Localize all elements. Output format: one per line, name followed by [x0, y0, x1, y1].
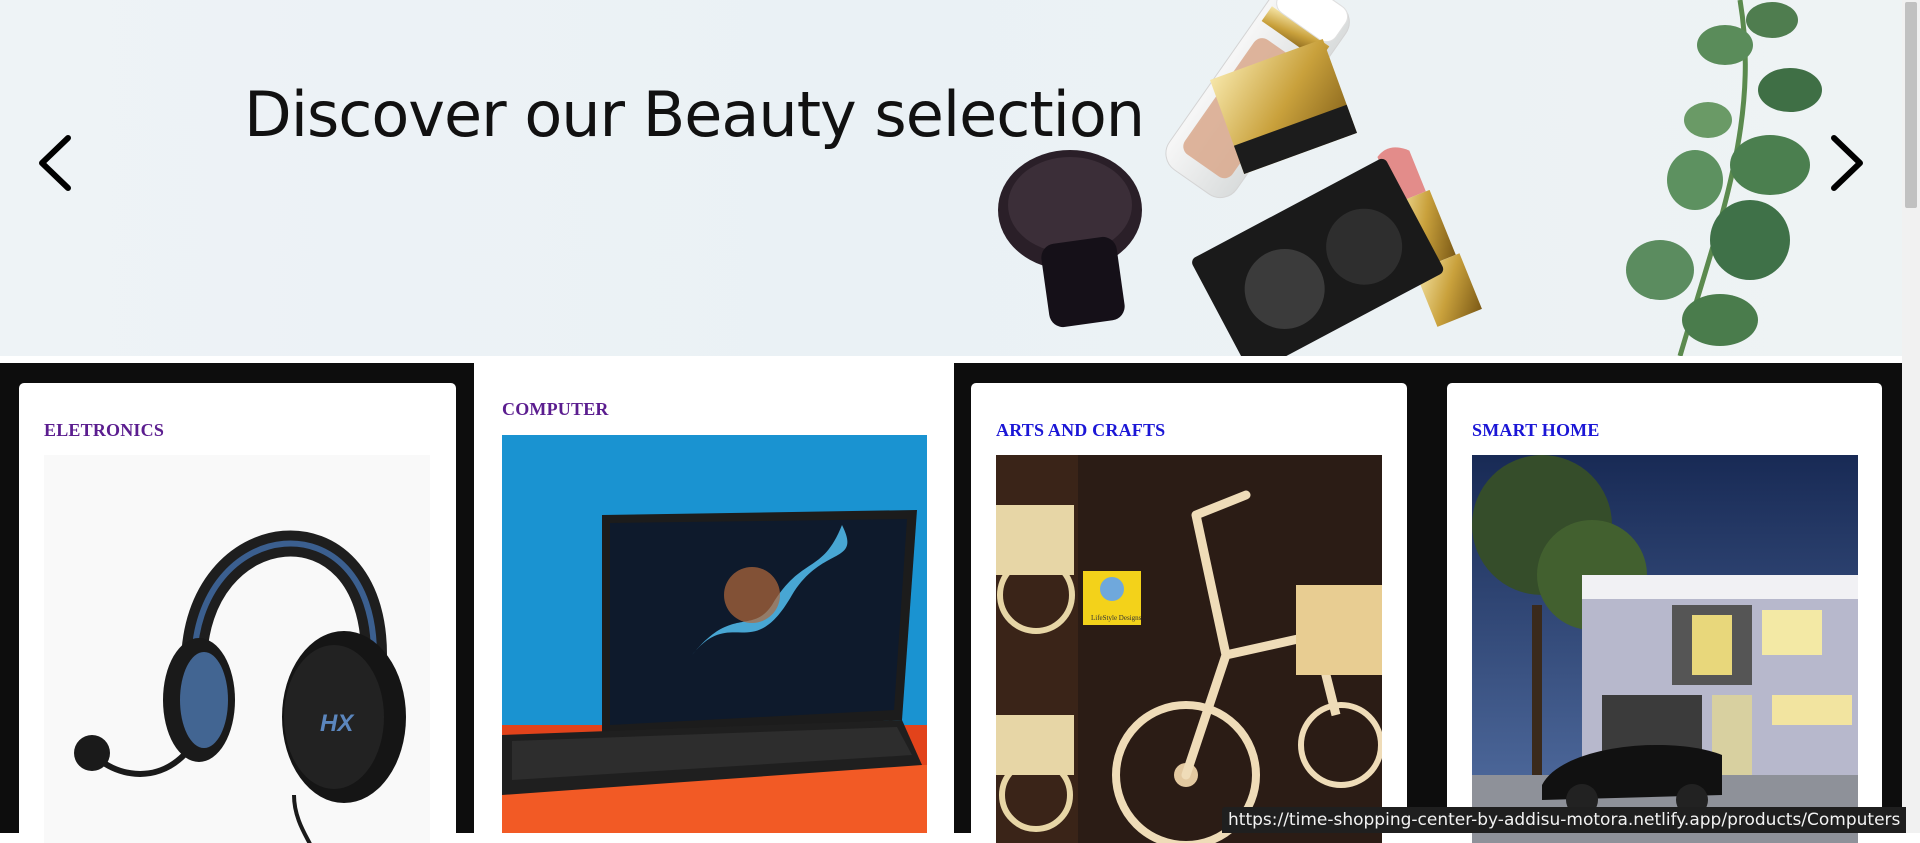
chevron-left-icon — [39, 135, 71, 191]
beauty-products-image — [998, 0, 1822, 356]
hero-title: Discover our Beauty selection — [244, 78, 1145, 151]
page-scrollbar[interactable] — [1902, 0, 1920, 833]
headphones-image[interactable]: HX — [44, 455, 430, 843]
category-title: COMPUTER — [502, 399, 609, 419]
category-card-computer[interactable]: COMPUTER — [474, 363, 954, 833]
craft-bicycle-image[interactable]: LifeStyle Designs — [996, 455, 1382, 843]
category-title: ELETRONICS — [44, 420, 165, 440]
hero-carousel: Discover our Beauty selection — [0, 0, 1902, 356]
carousel-next-button[interactable] — [1818, 130, 1872, 196]
carousel-prev-button[interactable] — [30, 130, 84, 196]
category-card-arts-and-crafts[interactable]: ARTS AND CRAFTS LifeStyle Designs — [971, 383, 1407, 843]
laptop-image[interactable] — [502, 435, 927, 833]
chevron-right-icon — [1831, 135, 1863, 191]
status-bar-link-url: https://time-shopping-center-by-addisu-m… — [1222, 807, 1907, 833]
smart-house-image[interactable] — [1472, 455, 1858, 843]
category-title: SMART HOME — [1472, 420, 1600, 440]
svg-text:HX: HX — [320, 710, 355, 737]
category-card-smart-home[interactable]: SMART HOME — [1447, 383, 1882, 843]
svg-text:LifeStyle Designs: LifeStyle Designs — [1091, 614, 1142, 622]
category-card-electronics[interactable]: ELETRONICS HX — [19, 383, 456, 843]
category-row: ELETRONICS HX COMPUTER ARTS AND CRAFTS L… — [0, 363, 1902, 843]
category-title: ARTS AND CRAFTS — [996, 420, 1166, 440]
scrollbar-thumb[interactable] — [1905, 2, 1917, 208]
